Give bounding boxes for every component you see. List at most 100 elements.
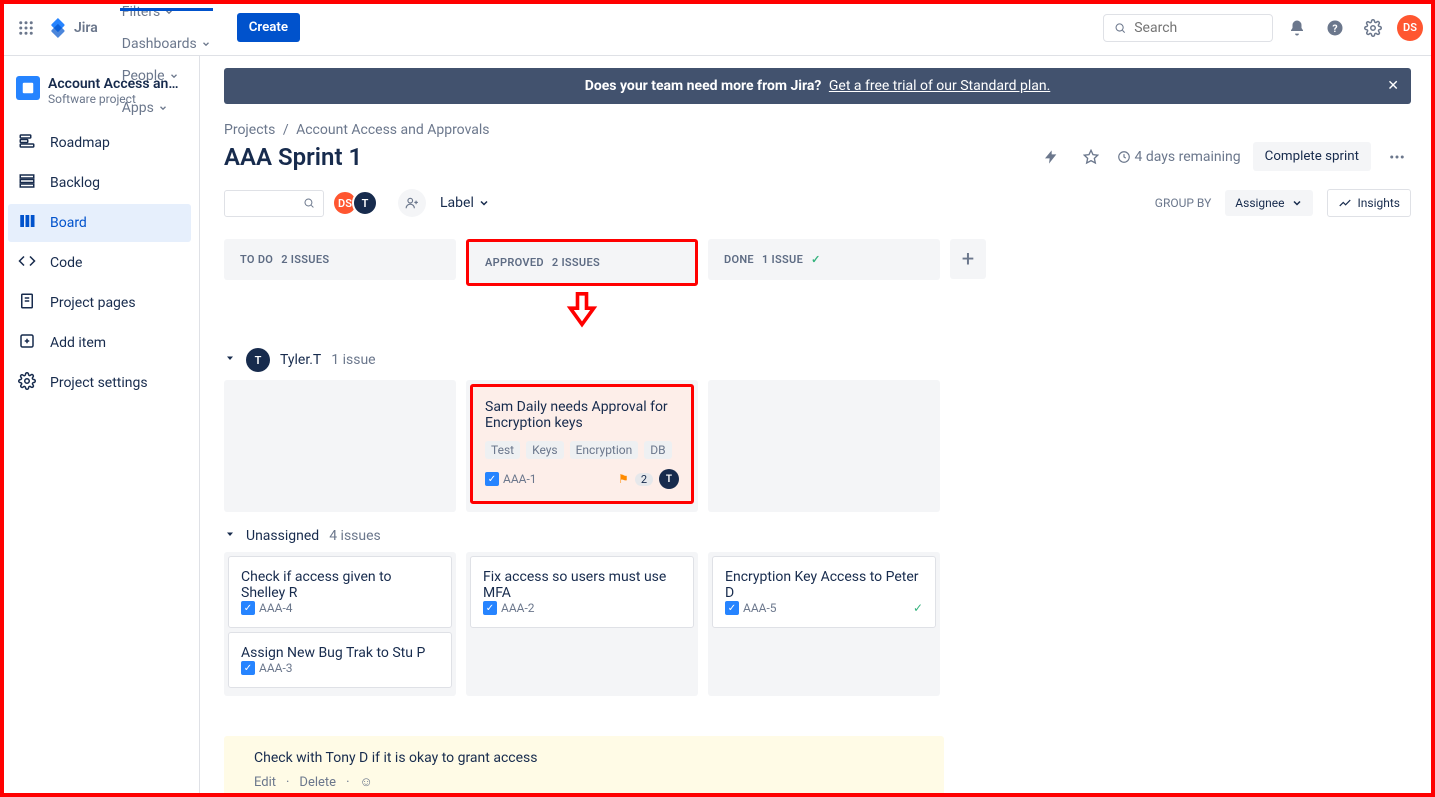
- tag[interactable]: DB: [644, 441, 671, 459]
- roadmap-icon: [18, 132, 36, 154]
- column-slot-done[interactable]: [708, 380, 940, 512]
- project-header[interactable]: Account Access and Ap... Software projec…: [8, 72, 191, 122]
- assignee-avatar[interactable]: T: [659, 469, 679, 489]
- issue-card[interactable]: Fix access so users must use MFA✓ AAA-2: [470, 556, 694, 628]
- story-points: 2: [635, 473, 653, 486]
- column-slot-approved[interactable]: Sam Daily needs Approval for Encryption …: [466, 380, 698, 512]
- sidebar-item-roadmap[interactable]: Roadmap: [8, 124, 191, 162]
- column-slot-todo[interactable]: [224, 380, 456, 512]
- board-columns: TO DO 2 ISSUES APPROVED 2 ISSUES DONE 1 …: [224, 239, 1411, 332]
- jira-logo[interactable]: Jira: [48, 18, 98, 38]
- comment-text: Check with Tony D if it is okay to grant…: [254, 750, 914, 766]
- task-icon: ✓: [483, 601, 497, 615]
- sidebar-item-label: Backlog: [50, 175, 100, 191]
- nav-dashboards[interactable]: Dashboards: [112, 28, 221, 60]
- label-filter[interactable]: Label: [440, 195, 490, 211]
- chevron-down-icon[interactable]: [224, 528, 236, 544]
- chevron-down-icon: [1291, 197, 1303, 209]
- activity-comment: Check with Tony D if it is okay to grant…: [224, 736, 944, 797]
- sidebar-item-label: Board: [50, 215, 87, 231]
- project-icon: [16, 76, 40, 100]
- swimlane-header[interactable]: Unassigned 4 issues: [224, 528, 1411, 544]
- assignee-filter[interactable]: DS T: [338, 190, 378, 216]
- task-icon: ✓: [485, 472, 499, 486]
- column-slot-todo[interactable]: Check if access given to Shelley R✓ AAA-…: [224, 552, 456, 696]
- star-icon[interactable]: [1077, 143, 1105, 171]
- board-search[interactable]: [224, 190, 324, 217]
- comment-edit[interactable]: Edit: [254, 775, 276, 790]
- banner-text: Does your team need more from Jira?: [585, 78, 822, 94]
- sidebar-item-label: Project settings: [50, 375, 148, 391]
- tag[interactable]: Test: [485, 441, 520, 459]
- issue-key[interactable]: ✓ AAA-2: [483, 601, 535, 615]
- breadcrumb-projects[interactable]: Projects: [224, 122, 275, 138]
- annotation-arrow-icon: [564, 292, 600, 328]
- nav-filters[interactable]: Filters: [112, 0, 221, 28]
- card-title: Check if access given to Shelley R: [241, 569, 439, 601]
- chart-icon: [1338, 196, 1352, 210]
- help-icon[interactable]: ?: [1321, 14, 1349, 42]
- task-icon: ✓: [241, 601, 255, 615]
- sidebar-item-code[interactable]: Code: [8, 244, 191, 282]
- comment-delete[interactable]: Delete: [299, 775, 336, 790]
- upgrade-banner: Does your team need more from Jira? Get …: [224, 68, 1411, 104]
- add-assignee-button[interactable]: [398, 189, 426, 217]
- groupby-select[interactable]: Assignee: [1225, 190, 1312, 216]
- complete-sprint-button[interactable]: Complete sprint: [1253, 142, 1371, 171]
- settings-icon: [18, 372, 36, 394]
- board-search-input[interactable]: [233, 195, 303, 212]
- column-slot-done[interactable]: Encryption Key Access to Peter D✓ AAA-5✓: [708, 552, 940, 696]
- sidebar-item-board[interactable]: Board: [8, 204, 191, 242]
- column-done[interactable]: DONE 1 ISSUE ✓: [708, 239, 940, 280]
- notifications-icon[interactable]: [1283, 14, 1311, 42]
- card-title: Fix access so users must use MFA: [483, 569, 681, 601]
- swimlane: Check if access given to Shelley R✓ AAA-…: [224, 552, 1411, 696]
- issue-card[interactable]: Encryption Key Access to Peter D✓ AAA-5✓: [712, 556, 936, 628]
- banner-link[interactable]: Get a free trial of our Standard plan.: [829, 78, 1050, 94]
- issue-card[interactable]: Assign New Bug Trak to Stu P✓ AAA-3: [228, 632, 452, 688]
- issue-key[interactable]: ✓ AAA-4: [241, 601, 293, 615]
- pages-icon: [18, 292, 36, 314]
- app-switcher-icon[interactable]: [12, 14, 40, 42]
- column-approved[interactable]: APPROVED 2 ISSUES: [466, 239, 698, 286]
- swimlane-name: Unassigned: [246, 528, 319, 544]
- flag-icon: ⚑: [618, 472, 629, 486]
- board-filters: DS T Label GROUP BY Assignee Insights: [224, 189, 1411, 217]
- create-button[interactable]: Create: [237, 13, 300, 42]
- top-nav: Jira Your work Projects Filters Dashboar…: [0, 0, 1435, 56]
- sidebar-item-project-pages[interactable]: Project pages: [8, 284, 191, 322]
- sidebar-item-backlog[interactable]: Backlog: [8, 164, 191, 202]
- issue-card[interactable]: Check if access given to Shelley R✓ AAA-…: [228, 556, 452, 628]
- tag[interactable]: Keys: [526, 441, 564, 459]
- swimlane: Sam Daily needs Approval for Encryption …: [224, 380, 1411, 512]
- banner-close-icon[interactable]: ✕: [1387, 78, 1399, 94]
- groupby-label: GROUP BY: [1155, 196, 1212, 210]
- main-content: Does your team need more from Jira? Get …: [200, 56, 1435, 797]
- task-icon: ✓: [725, 601, 739, 615]
- reaction-icon[interactable]: ☺: [359, 774, 372, 790]
- column-todo[interactable]: TO DO 2 ISSUES: [224, 239, 456, 280]
- swimlane-header[interactable]: TTyler.T 1 issue: [224, 348, 1411, 372]
- settings-icon[interactable]: [1359, 14, 1387, 42]
- insights-button[interactable]: Insights: [1327, 189, 1411, 217]
- page-title: AAA Sprint 1: [224, 143, 362, 171]
- issue-card[interactable]: Sam Daily needs Approval for Encryption …: [470, 384, 694, 504]
- issue-key[interactable]: ✓ AAA-5: [725, 601, 777, 615]
- global-search[interactable]: [1103, 14, 1273, 42]
- issue-key[interactable]: ✓ AAA-1: [485, 472, 537, 486]
- profile-avatar[interactable]: DS: [1397, 15, 1423, 41]
- tag[interactable]: Encryption: [570, 441, 639, 459]
- sidebar-item-project-settings[interactable]: Project settings: [8, 364, 191, 402]
- sidebar-item-add-item[interactable]: Add item: [8, 324, 191, 362]
- breadcrumb-project[interactable]: Account Access and Approvals: [296, 122, 489, 138]
- breadcrumb: Projects / Account Access and Approvals: [224, 122, 1411, 138]
- logo-text: Jira: [74, 20, 98, 36]
- issue-key[interactable]: ✓ AAA-3: [241, 661, 293, 675]
- avatar-t[interactable]: T: [352, 190, 378, 216]
- chevron-down-icon[interactable]: [224, 352, 236, 368]
- more-icon[interactable]: [1383, 143, 1411, 171]
- column-slot-approved[interactable]: Fix access so users must use MFA✓ AAA-2: [466, 552, 698, 696]
- search-input[interactable]: [1132, 19, 1262, 37]
- add-column-button[interactable]: +: [950, 239, 986, 279]
- automation-icon[interactable]: [1037, 143, 1065, 171]
